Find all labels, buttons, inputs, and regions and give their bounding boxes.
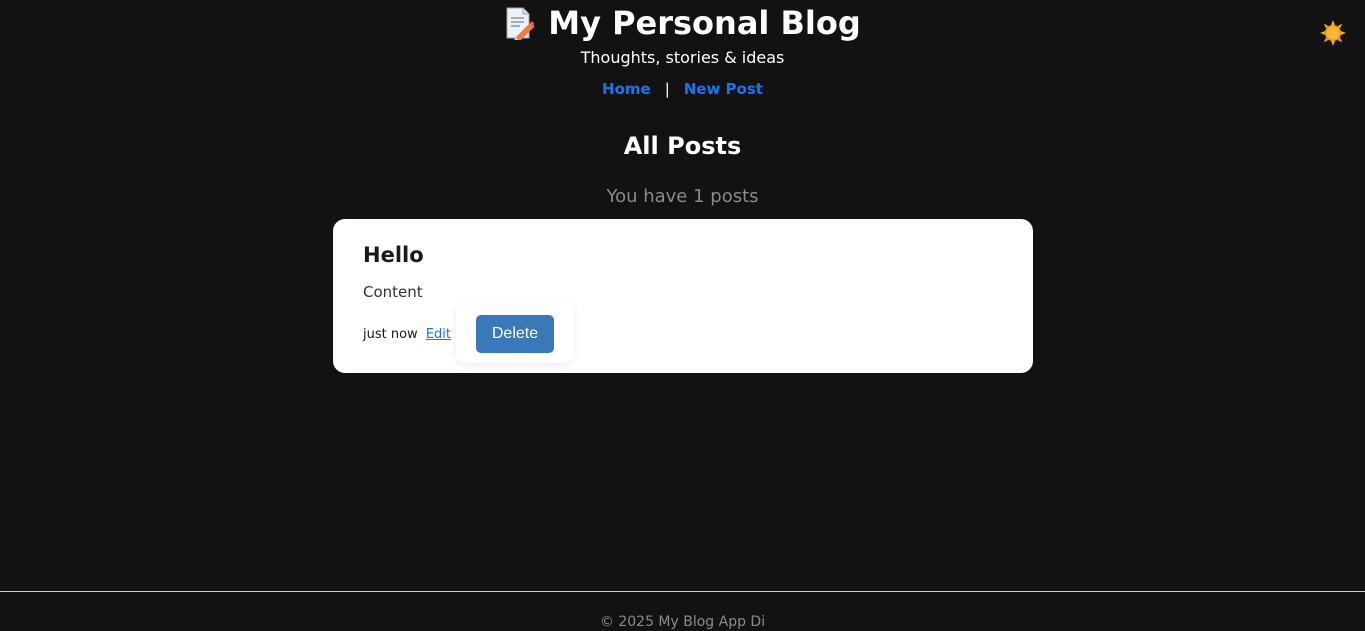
post-meta: just now Edit <box>363 327 451 342</box>
sun-icon <box>1320 20 1346 46</box>
post-timestamp: just now <box>363 327 418 342</box>
main-nav: Home | New Post <box>0 80 1365 98</box>
nav-home-link[interactable]: Home <box>602 80 651 98</box>
delete-post-button[interactable]: Delete <box>476 315 554 353</box>
delete-button-container: Delete <box>456 301 574 363</box>
memo-pencil-icon <box>504 6 537 41</box>
site-title: My Personal Blog <box>548 4 861 42</box>
post-content: Content <box>363 283 423 301</box>
footer-divider <box>0 591 1365 592</box>
post-title: Hello <box>363 243 424 267</box>
post-count-text: You have 1 posts <box>606 186 759 207</box>
theme-toggle-button[interactable] <box>1320 20 1346 46</box>
title-row: My Personal Blog <box>0 2 1365 44</box>
footer-copyright: © 2025 My Blog App Di <box>599 614 766 630</box>
nav-separator: | <box>664 80 670 98</box>
all-posts-heading: All Posts <box>623 132 742 160</box>
site-tagline: Thoughts, stories & ideas <box>580 48 785 67</box>
edit-post-link[interactable]: Edit <box>426 327 451 342</box>
post-card: Hello Content just now Edit Delete <box>333 219 1033 373</box>
nav-new-post-link[interactable]: New Post <box>684 80 763 98</box>
